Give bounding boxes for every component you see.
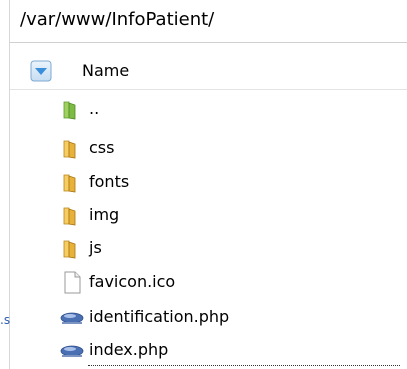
folder-icon [60, 236, 84, 260]
list-item[interactable]: img [60, 201, 119, 229]
file-name: .. [89, 99, 100, 118]
list-item[interactable]: .. [60, 95, 99, 123]
folder-icon [60, 170, 84, 194]
file-name: favicon.ico [89, 272, 176, 291]
list-item[interactable]: index.php [60, 336, 168, 364]
path-bar[interactable]: /var/www/InfoPatient/ [10, 0, 407, 43]
list-item[interactable]: favicon.ico [60, 268, 175, 296]
green-folder-icon [60, 97, 84, 121]
php-file-icon [60, 305, 84, 329]
focus-outline [88, 365, 400, 366]
file-name: fonts [89, 172, 130, 191]
file-name: css [89, 138, 115, 157]
file-name: img [89, 205, 120, 224]
list-item[interactable]: fonts [60, 168, 129, 196]
folder-icon [60, 203, 84, 227]
php-file-icon [60, 338, 84, 362]
current-path[interactable]: /var/www/InfoPatient/ [20, 8, 214, 32]
file-name: identification.php [89, 307, 230, 326]
left-pane-fragment: .s [0, 313, 11, 327]
list-item[interactable]: js [60, 234, 102, 262]
column-header: Name [10, 52, 407, 90]
folder-icon [60, 136, 84, 160]
list-item[interactable]: css [60, 134, 114, 162]
name-column-header[interactable]: Name [82, 60, 129, 82]
generic-file-icon [60, 270, 84, 294]
file-browser-panel: .s /var/www/InfoPatient/ Name .. css fon… [0, 0, 407, 369]
sort-dropdown-icon[interactable] [30, 60, 52, 82]
file-name: js [89, 238, 102, 257]
list-item[interactable]: identification.php [60, 303, 229, 331]
file-name: index.php [89, 340, 169, 359]
